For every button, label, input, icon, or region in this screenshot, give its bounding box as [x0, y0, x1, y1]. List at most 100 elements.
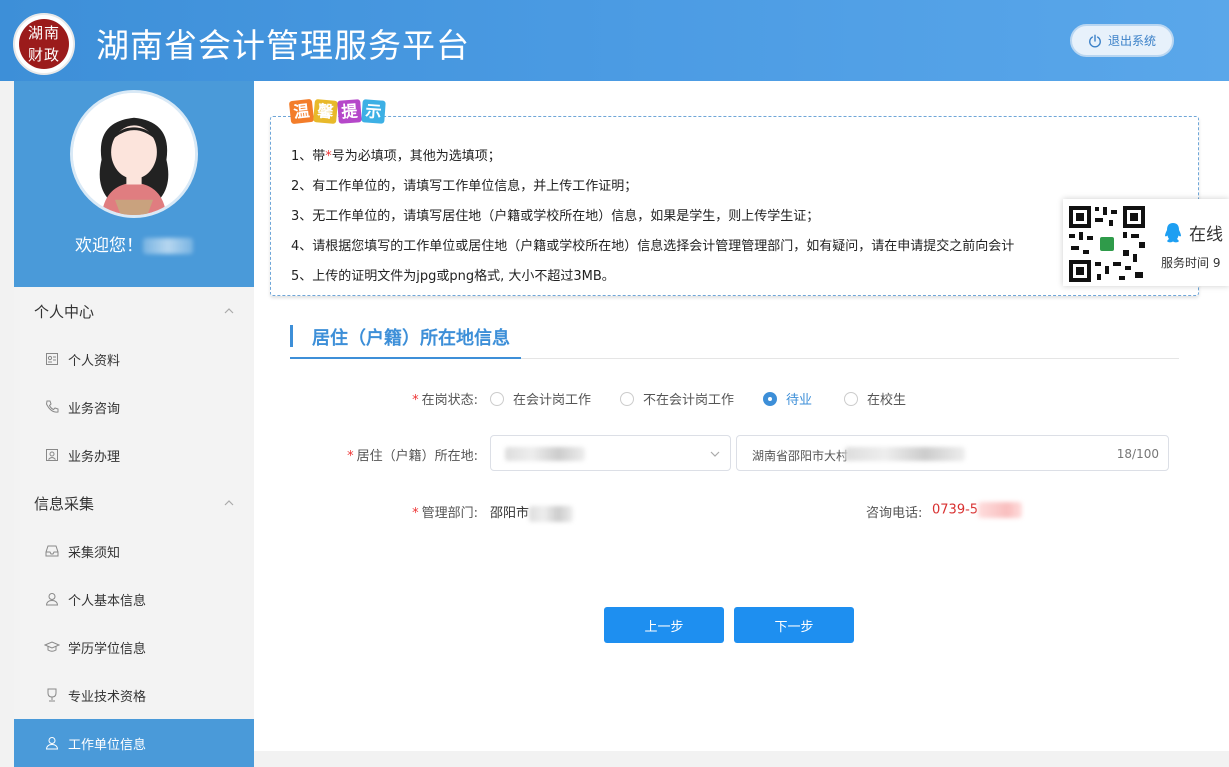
sidebar-item-label: 工作单位信息 [68, 737, 147, 753]
online-service-card[interactable]: 在线 服务时间 9 [1063, 199, 1229, 286]
radio-dot [844, 391, 858, 406]
sidebar-item-label: 个人资料 [68, 353, 121, 369]
tip-line-1-a: 1、带 [291, 149, 326, 164]
user-icon [45, 737, 59, 750]
trophy-icon [47, 688, 57, 702]
qq-penguin-icon [1165, 222, 1181, 242]
welcome-text: 欢迎您！ [14, 231, 254, 256]
radio-dot [620, 391, 634, 406]
sidebar-item-label: 个人基本信息 [68, 593, 147, 609]
tips-badge-char: 示 [361, 99, 386, 124]
logo: 湖南 财政 [13, 13, 75, 75]
radio-dot [490, 391, 504, 406]
radio-label: 待业 [786, 393, 813, 408]
username-redacted [143, 238, 193, 254]
avatar [70, 90, 198, 218]
sidebar-item-label: 专业技术资格 [68, 689, 147, 705]
sidebar: 欢迎您！ 个人中心 个人资料 业务咨询 业务办理 信息采集 采集须知 个人基本信… [14, 81, 254, 767]
logout-button[interactable]: 退出系统 [1070, 24, 1174, 57]
dept-value: 邵阳市 [490, 502, 574, 522]
dept-label: * 管理部门: [412, 506, 478, 521]
main-content: 1、带*号为必填项，其他为选填项； 2、有工作单位的，请填写工作单位信息，并上传… [254, 81, 1229, 751]
document-user-icon [46, 449, 58, 461]
address-value-redacted [845, 447, 965, 461]
phone-icon [45, 400, 59, 413]
tips-badge-char: 提 [337, 99, 362, 124]
radio-not-on-duty[interactable]: 不在会计岗工作 [620, 389, 734, 408]
profile-card-icon [46, 353, 58, 365]
sidebar-item-label: 业务办理 [68, 449, 121, 465]
chevron-down-icon [710, 451, 720, 457]
sidebar-item-basic-info[interactable]: 个人基本信息 [14, 575, 254, 623]
radio-on-duty[interactable]: 在会计岗工作 [490, 389, 591, 408]
sidebar-menu: 个人中心 个人资料 业务咨询 业务办理 信息采集 采集须知 个人基本信息 学历学… [14, 287, 254, 767]
region-value-redacted [505, 447, 585, 461]
radio-label: 在校生 [867, 393, 907, 408]
user-icon [45, 593, 59, 606]
sidebar-item-education[interactable]: 学历学位信息 [14, 623, 254, 671]
menu-group-label: 个人中心 [34, 302, 95, 321]
tip-line-5: 5、上传的证明文件为jpg或png格式, 大小不超过3MB。 [291, 269, 615, 284]
radio-dot [763, 391, 777, 406]
profile-panel: 欢迎您！ [14, 81, 254, 287]
phone-label: 咨询电话: [866, 506, 923, 521]
inbox-icon [45, 545, 59, 557]
tips-badge-char: 温 [288, 98, 315, 125]
tip-line-4: 4、请根据您填写的工作单位或居住地（户籍或学校所在地）信息选择会计管理管理部门，… [291, 239, 1015, 254]
tips-badge-char: 馨 [313, 99, 338, 124]
residence-label: * 居住（户籍）所在地: [347, 449, 478, 464]
status-label: * 在岗状态: [412, 393, 478, 408]
service-time: 服务时间 9 [1161, 256, 1221, 270]
section-title: 居住（户籍）所在地信息 [312, 328, 510, 349]
tip-line-3: 3、无工作单位的，请填写居住地（户籍或学校所在地）信息，如果是学生，则上传学生证… [291, 209, 820, 224]
section-header: 居住（户籍）所在地信息 [290, 324, 1179, 359]
sidebar-item-label: 业务咨询 [68, 401, 121, 417]
menu-group-personal-center[interactable]: 个人中心 [14, 287, 254, 335]
tip-line-2: 2、有工作单位的，请填写工作单位信息，并上传工作证明； [291, 179, 638, 194]
sidebar-item-label: 采集须知 [68, 545, 121, 561]
phone-value: 0739-5 [932, 502, 1023, 518]
dept-value-redacted [529, 505, 574, 522]
tip-line-1-b: 号为必填项，其他为选填项； [331, 149, 501, 164]
online-label: 在线 [1189, 225, 1223, 245]
menu-group-info-collection[interactable]: 信息采集 [14, 479, 254, 527]
logout-label: 退出系统 [1107, 34, 1156, 48]
radio-student[interactable]: 在校生 [844, 389, 906, 408]
radio-unemployed[interactable]: 待业 [763, 389, 812, 408]
dept-value-text: 邵阳市 [490, 506, 530, 521]
graduation-cap-icon [44, 641, 60, 652]
sidebar-item-notice[interactable]: 采集须知 [14, 527, 254, 575]
online-service[interactable]: 在线 [1163, 220, 1223, 245]
tips-list: 1、带*号为必填项，其他为选填项； 2、有工作单位的，请填写工作单位信息，并上传… [291, 142, 1191, 292]
chevron-up-icon [224, 308, 234, 314]
tip-line-1: 1、带*号为必填项，其他为选填项； [291, 142, 1191, 172]
address-char-count: 18/100 [1116, 447, 1159, 461]
app-title: 湖南省会计管理服务平台 [96, 26, 470, 65]
sidebar-item-handle[interactable]: 业务办理 [14, 431, 254, 479]
avatar-illustration [73, 93, 195, 215]
sidebar-item-qualification[interactable]: 专业技术资格 [14, 671, 254, 719]
dept-label-text: 管理部门: [421, 506, 478, 521]
tips-badge: 温 馨 提 示 [288, 98, 386, 125]
phone-value-redacted [978, 502, 1023, 518]
phone-value-text: 0739-5 [932, 502, 979, 518]
sidebar-item-profile[interactable]: 个人资料 [14, 335, 254, 383]
next-step-button[interactable]: 下一步 [734, 607, 854, 643]
sidebar-item-work-unit[interactable]: 工作单位信息 [14, 719, 254, 767]
power-icon [1089, 34, 1101, 47]
section-accent-bar [290, 325, 293, 347]
section-underline [290, 357, 521, 359]
address-input[interactable]: 湖南省邵阳市大村 18/100 [736, 435, 1169, 471]
tips-box: 1、带*号为必填项，其他为选填项； 2、有工作单位的，请填写工作单位信息，并上传… [270, 116, 1199, 296]
radio-label: 不在会计岗工作 [643, 393, 735, 408]
sidebar-item-label: 学历学位信息 [68, 641, 147, 657]
welcome-prefix: 欢迎您！ [75, 236, 143, 256]
prev-step-button[interactable]: 上一步 [604, 607, 724, 643]
radio-label: 在会计岗工作 [513, 393, 592, 408]
menu-group-label: 信息采集 [34, 494, 95, 513]
sidebar-item-consult[interactable]: 业务咨询 [14, 383, 254, 431]
region-select[interactable] [490, 435, 731, 471]
residence-label-text: 居住（户籍）所在地: [356, 449, 478, 464]
logo-seal: 湖南 财政 [19, 19, 69, 69]
status-label-text: 在岗状态: [421, 393, 478, 408]
